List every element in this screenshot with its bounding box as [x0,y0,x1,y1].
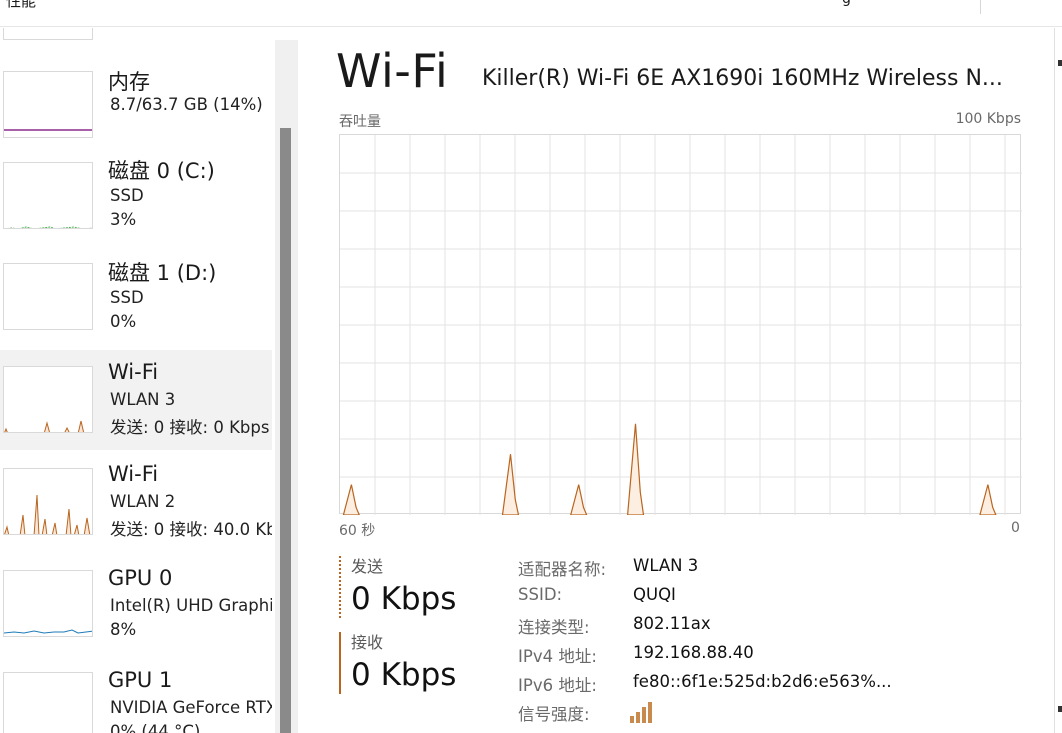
throughput-spike [626,423,645,515]
send-label: 发送 [351,557,384,576]
property-key: 信号强度: [518,705,590,724]
page-heading: 性能 [6,0,37,10]
sidebar-item-usage: 0% (44 °C) [110,722,201,733]
sidebar-item-adapter: WLAN 3 [110,390,176,409]
property-value: 802.11ax [633,614,711,633]
sidebar-item-wifi-wlan3[interactable]: Wi-Fi WLAN 3 发送: 0 接收: 0 Kbps [0,350,272,450]
scroll-arrow-icon [1058,706,1062,712]
sidebar-item-usage: 0% [110,312,137,331]
sidebar-item-model: Intel(R) UHD Graphics [110,596,272,615]
memory-thumbnail-graph [4,129,92,131]
sidebar-item-title: GPU 1 [108,668,173,692]
title-bar: 性能 g [0,0,1062,27]
sidebar-item-usage: 8% [110,620,137,639]
sidebar-item-wifi-wlan2[interactable]: Wi-Fi WLAN 2 发送: 0 接收: 40.0 Kbps [0,452,272,552]
sidebar-item-throughput: 发送: 0 接收: 0 Kbps [110,418,270,437]
receive-value: 0 Kbps [351,657,457,693]
wifi-wlan2-thumbnail-graph [4,494,91,534]
disk-0-thumbnail-graph [7,226,92,228]
disk-0-thumbnail [3,162,93,229]
throughput-graph-canvas [340,135,1022,515]
wifi-wlan2-thumbnail [3,468,93,535]
gpu-0-thumbnail [3,570,93,637]
toolbar-glyph: g [842,0,851,7]
sidebar-item-disk-0[interactable]: 磁盘 0 (C:) SSD 3% [0,148,272,248]
signal-strength-icon [629,700,655,728]
sidebar-scrollbar-thumb[interactable] [280,128,291,733]
right-edge-scrollbar[interactable] [1054,28,1062,733]
receive-label: 接收 [351,633,384,652]
receive-stat: 接收 0 Kbps [339,632,456,694]
graph-x-left-label: 60 秒 [339,523,376,539]
resource-list: 内存 8.7/63.7 GB (14%) 磁盘 0 (C:) SSD 3% 磁盘… [0,28,298,733]
graph-y-max-label: 100 Kbps [955,111,1021,127]
wifi-wlan3-thumbnail-graph [4,420,85,432]
wifi-wlan3-thumbnail [3,366,93,433]
property-key: SSID: [518,585,563,604]
property-value: 192.168.88.40 [633,643,754,662]
send-stat: 发送 0 Kbps [339,556,456,618]
send-value: 0 Kbps [351,581,457,617]
sidebar-item-type: SSD [110,186,144,205]
toolbar-divider [980,0,981,14]
property-key: IPv4 地址: [518,647,597,666]
page-title: Wi-Fi [336,44,449,98]
gpu-0-thumbnail-graph [4,629,92,634]
sidebar-item-title: GPU 0 [108,566,173,590]
sidebar-item-memory[interactable]: 内存 8.7/63.7 GB (14%) [0,58,272,158]
sidebar-item-throughput: 发送: 0 接收: 40.0 Kbps [110,520,272,539]
sidebar-item-gpu-1[interactable]: GPU 1 NVIDIA GeForce RTX 0% (44 °C) [0,656,272,733]
sidebar-item-title: 磁盘 1 (D:) [108,261,217,285]
property-value: WLAN 3 [633,556,699,575]
property-value: QUQI [633,585,676,604]
throughput-spike [570,484,588,515]
sidebar-item-title: 磁盘 0 (C:) [108,159,215,183]
memory-thumbnail [3,71,93,138]
sidebar-item-title: 内存 [108,70,150,94]
throughput-spike [979,484,997,515]
property-value: fe80::6f1e:525d:b2d6:e563%... [633,672,892,691]
sidebar-item-disk-1[interactable]: 磁盘 1 (D:) SSD 0% [0,250,272,350]
sidebar-item-title: Wi-Fi [108,462,159,486]
cpu-thumbnail-remnant [3,28,93,40]
scroll-arrow-icon [1058,60,1062,66]
property-key: 适配器名称: [518,560,607,579]
gpu-1-thumbnail [3,672,93,733]
sidebar-item-gpu-0[interactable]: GPU 0 Intel(R) UHD Graphics 8% [0,554,272,654]
detail-pane: Wi-Fi Killer(R) Wi-Fi 6E AX1690i 160MHz … [298,28,1062,733]
property-key: 连接类型: [518,618,590,637]
throughput-spike [501,454,520,515]
throughput-spike [342,484,360,515]
property-key: IPv6 地址: [518,676,597,695]
sidebar-item-usage: 3% [110,210,137,229]
throughput-graph [339,134,1022,515]
adapter-name: Killer(R) Wi-Fi 6E AX1690i 160MHz Wirele… [482,66,1003,91]
sidebar-item-adapter: WLAN 2 [110,492,176,511]
sidebar-item-type: SSD [110,288,144,307]
graph-x-right-label: 0 [1011,520,1020,536]
sidebar-item-model: NVIDIA GeForce RTX [110,698,272,717]
sidebar-item-title: Wi-Fi [108,360,159,384]
disk-1-thumbnail [3,263,93,330]
sidebar-item-detail: 8.7/63.7 GB (14%) [110,95,263,114]
graph-y-label: 吞吐量 [339,114,381,130]
